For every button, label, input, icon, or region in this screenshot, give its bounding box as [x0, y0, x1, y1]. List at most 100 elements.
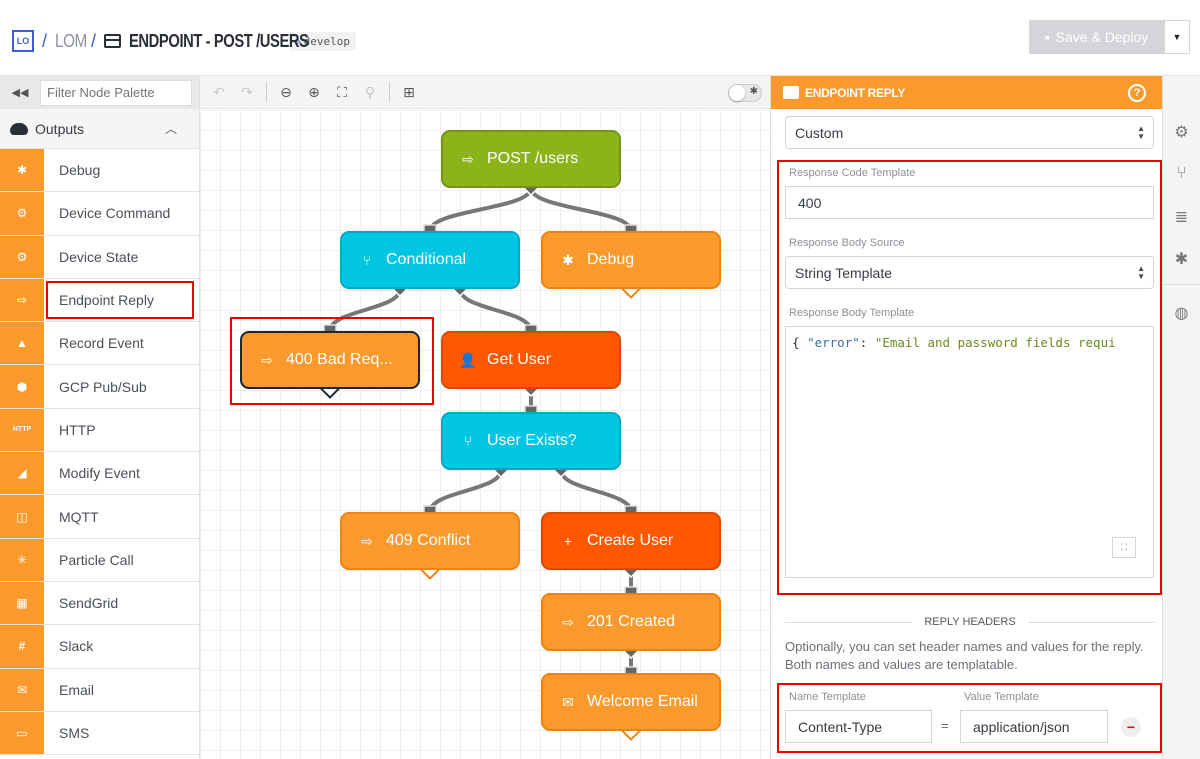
header-value-label: Value Template [964, 691, 1039, 703]
node-palette: ◀◀ Outputs ︿ ✱ Debug ⚙ Device Command ⚙ Devic… [0, 76, 200, 759]
palette-item[interactable]: ⬢ GCP Pub/Sub [0, 365, 199, 409]
palette-item[interactable]: ▭ SMS [0, 711, 199, 756]
response-body-template-label: Response Body Template [789, 307, 915, 319]
save-icon: ▪ [1044, 29, 1050, 45]
workflow-node-bad[interactable]: ⇨ 400 Bad Req... [240, 331, 420, 389]
palette-item[interactable]: ⇨ Endpoint Reply [0, 278, 199, 323]
sendgrid-icon: ▦ [0, 581, 44, 625]
header-value-value: application/json [973, 718, 1070, 735]
select-arrows-icon: ▲ ▼ [1137, 264, 1145, 281]
node-label: POST /users [487, 150, 579, 167]
page-title: ENDPOINT - POST /USERS [129, 30, 309, 51]
palette-item-label: Slack [59, 638, 94, 655]
workflow-node-cond[interactable]: ⑂ Conditional [340, 231, 520, 289]
workflow-node-exists[interactable]: ⑂ User Exists? [441, 412, 621, 470]
breadcrumb-application[interactable]: LOM [55, 31, 87, 52]
wire-post-debug[interactable] [529, 187, 633, 232]
palette-item[interactable]: ◫ MQTT [0, 495, 199, 539]
breadcrumb: LO / LOM / ENDPOINT - POST /USERS ✎ devel… [12, 30, 357, 52]
chevron-up-icon[interactable]: ︿ [165, 120, 177, 137]
add-comment-icon[interactable]: ⊞ [400, 84, 418, 101]
palette-item-label: Endpoint Reply [46, 280, 194, 320]
palette-filter-input[interactable] [40, 79, 192, 106]
palette-item[interactable]: ✱ Debug [0, 149, 199, 193]
workflow-icon [104, 34, 122, 48]
response-code-input[interactable]: 400 [785, 186, 1154, 219]
undo-icon[interactable]: ↶ [210, 84, 228, 101]
palette-item[interactable]: ▦ SendGrid [0, 581, 199, 626]
palette-item[interactable]: ✳ Particle Call [0, 538, 199, 582]
workflow-node-conflict[interactable]: ⇨ 409 Conflict [340, 512, 520, 570]
node-label: 201 Created [587, 613, 676, 630]
workflow-node-post[interactable]: ⇨ POST /users [441, 130, 621, 188]
wire-post-cond[interactable] [428, 187, 533, 232]
response-body-source-select[interactable]: String Template ▲ ▼ [785, 256, 1154, 289]
palette-item[interactable]: ◢ Modify Event [0, 452, 199, 496]
trigger-icon: ⇨ [462, 150, 474, 167]
globe-icon[interactable]: ◍ [1163, 303, 1200, 323]
response-body-source-label: Response Body Source [789, 237, 905, 249]
palette-item[interactable]: # Slack [0, 625, 199, 669]
help-icon[interactable]: ? [1128, 83, 1146, 102]
debug-toggle[interactable]: ✱ [728, 84, 762, 102]
app-logo[interactable]: LO [12, 30, 34, 52]
zoom-out-icon[interactable]: ⊖ [277, 84, 295, 101]
palette-toolbar: ◀◀ [0, 76, 199, 109]
collapse-palette-icon[interactable]: ◀◀ [0, 86, 40, 99]
node-label: Create User [587, 532, 674, 549]
palette-item-label: SMS [59, 725, 90, 741]
event-add-icon: ▲ [0, 322, 44, 365]
reply-type-select[interactable]: Custom ▲ ▼ [785, 116, 1154, 149]
remove-header-icon[interactable]: − [1121, 717, 1141, 737]
wire-exists-conflict[interactable] [428, 469, 503, 513]
palette-item[interactable]: ⚙ Device State [0, 235, 199, 279]
palette-group-label: Outputs [35, 120, 85, 137]
header-name-input[interactable]: Content-Type [785, 710, 932, 743]
right-rail: ⚙ ⑂ ≣ ✱ ◍ [1163, 76, 1200, 759]
redo-icon[interactable]: ↷ [238, 84, 256, 101]
event-edit-icon: ◢ [0, 452, 44, 495]
gear-icon[interactable]: ⚙ [1163, 122, 1200, 142]
top-bar: LO / LOM / ENDPOINT - POST /USERS ✎ devel… [0, 0, 1200, 76]
node-label: Welcome Email [587, 693, 698, 710]
palette-item[interactable]: ▲ Record Event [0, 322, 199, 366]
fit-to-screen-icon[interactable]: ⛶ [333, 84, 351, 101]
deploy-dropdown-toggle[interactable]: ▼ [1164, 20, 1190, 54]
workflow-node-create[interactable]: + Create User [541, 512, 721, 570]
reply-type-value: Custom [795, 124, 844, 141]
palette-group-outputs[interactable]: Outputs ︿ [0, 109, 199, 149]
workflow-node-debug[interactable]: ✱ Debug [541, 231, 721, 289]
palette-item[interactable]: ✉ Email [0, 668, 199, 712]
bug-icon[interactable]: ✱ [1163, 249, 1200, 269]
workflow-node-getuser[interactable]: 👤 Get User [441, 331, 621, 389]
node-label: 400 Bad Req... [286, 351, 393, 368]
zoom-reset-icon[interactable]: ⚲ [361, 84, 379, 101]
envelope-icon: ✉ [0, 668, 44, 711]
workflow-canvas[interactable]: ⇨ POST /users ⑂ Conditional ✱ Debug ⇨ 400 Bad R… [200, 110, 770, 759]
endpoint-reply-icon [783, 86, 799, 99]
version-branch-icon[interactable]: ⑂ [1163, 165, 1200, 183]
reply-icon: ⇨ [261, 351, 273, 368]
expand-editor-icon[interactable]: ⛶ [1112, 537, 1136, 558]
save-deploy-button[interactable]: ▪ Save & Deploy [1029, 20, 1164, 54]
wire-exists-create[interactable] [559, 469, 633, 513]
node-label: Conditional [386, 251, 467, 268]
workflow-node-created[interactable]: ⇨ 201 Created [541, 593, 721, 651]
reply-icon: ⇨ [0, 278, 44, 322]
palette-item[interactable]: ⚙ Device Command [0, 192, 199, 236]
palette-item-label: SendGrid [59, 595, 119, 612]
response-body-editor[interactable]: { "error": "Email and password fields re… [785, 326, 1154, 578]
node-label: Get User [487, 351, 552, 368]
node-label: User Exists? [487, 432, 577, 449]
wire-cond-getuser[interactable] [458, 288, 533, 332]
debug-icon: ✱ [562, 251, 574, 268]
save-deploy-label: Save & Deploy [1055, 29, 1149, 45]
palette-item-label: Modify Event [59, 465, 140, 482]
workflow-node-welcome[interactable]: ✉ Welcome Email [541, 673, 721, 731]
zoom-in-icon[interactable]: ⊕ [305, 84, 323, 101]
breadcrumb-separator: / [91, 30, 97, 51]
header-value-input[interactable]: application/json [960, 710, 1108, 743]
storage-icon[interactable]: ≣ [1163, 207, 1200, 227]
palette-item[interactable]: HTTP HTTP [0, 408, 199, 453]
select-arrows-icon: ▲ ▼ [1137, 124, 1145, 141]
